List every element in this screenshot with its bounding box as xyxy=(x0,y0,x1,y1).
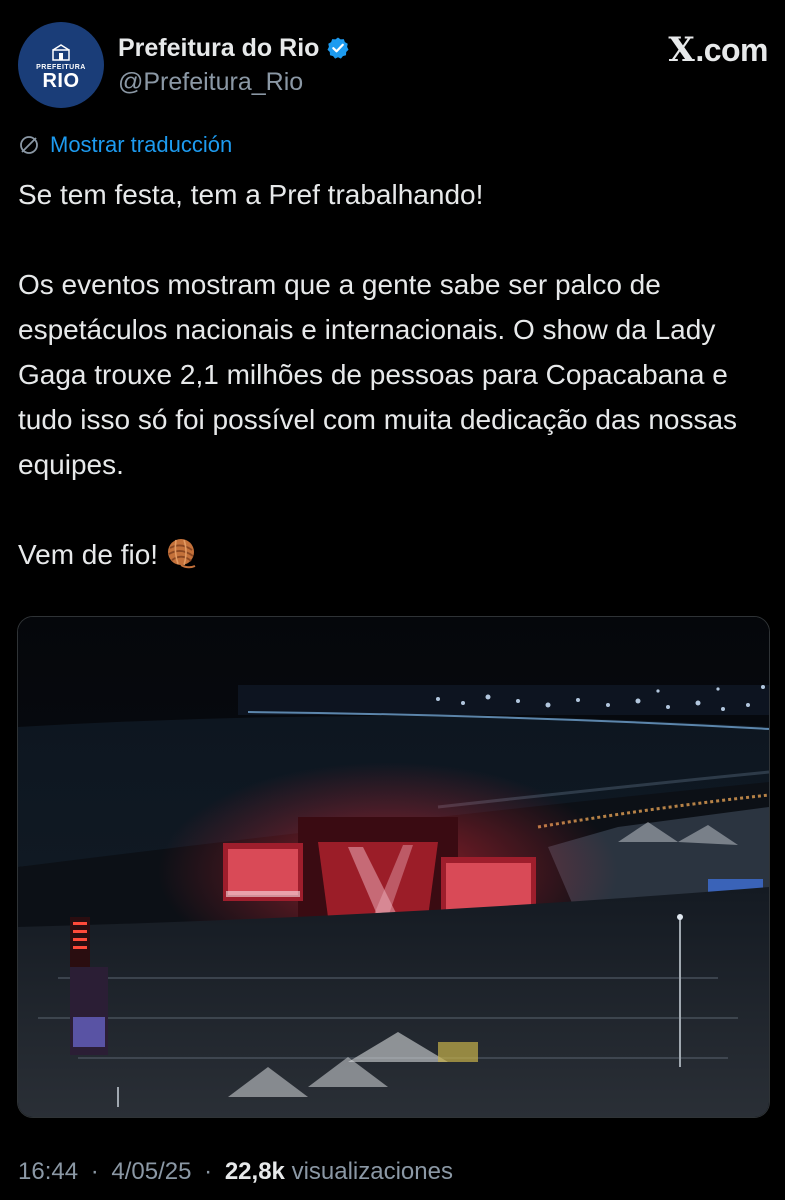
crest-icon xyxy=(52,43,70,61)
views-label: visualizaciones xyxy=(291,1158,453,1185)
translate-icon xyxy=(20,136,38,154)
x-logo: X .com xyxy=(668,30,768,70)
tweet-line-3-text: Vem de fio! xyxy=(18,539,159,570)
display-name-row: Prefeitura do Rio xyxy=(118,32,350,64)
verified-badge-icon xyxy=(327,37,349,59)
yarn-ball-emoji-icon xyxy=(168,539,196,569)
tweet-line-3: Vem de fio! xyxy=(18,532,773,577)
tweet-photo[interactable] xyxy=(17,616,770,1118)
user-handle[interactable]: @Prefeitura_Rio xyxy=(118,68,350,97)
avatar-title: RIO xyxy=(42,69,80,92)
tweet-header: Prefeitura RIO Prefeitura do Rio @Prefei… xyxy=(18,22,768,112)
tweet-paragraph-2: Os eventos mostram que a gente sabe ser … xyxy=(18,269,738,480)
views-count[interactable]: 22,8k xyxy=(225,1158,285,1185)
tweet-time[interactable]: 16:44 xyxy=(18,1158,78,1185)
show-translation-link[interactable]: Mostrar traducción xyxy=(18,132,232,158)
tweet-meta: 16:44 · 4/05/25 · 22,8k visualizaciones xyxy=(18,1158,453,1186)
meta-separator-2: · xyxy=(204,1158,213,1185)
tweet-line-1: Se tem festa, tem a Pref trabalhando! xyxy=(18,179,484,210)
author-names: Prefeitura do Rio @Prefeitura_Rio xyxy=(118,32,350,97)
display-name[interactable]: Prefeitura do Rio xyxy=(118,34,319,63)
avatar[interactable]: Prefeitura RIO xyxy=(18,22,104,108)
show-translation-label: Mostrar traducción xyxy=(50,132,233,157)
concert-photo-icon xyxy=(18,617,769,1117)
x-logo-icon: X xyxy=(668,30,695,70)
x-logo-label: .com xyxy=(695,31,768,68)
tweet-body: Se tem festa, tem a Pref trabalhando! Os… xyxy=(18,172,773,577)
tweet-date[interactable]: 4/05/25 xyxy=(111,1158,191,1185)
meta-separator: · xyxy=(90,1158,99,1185)
